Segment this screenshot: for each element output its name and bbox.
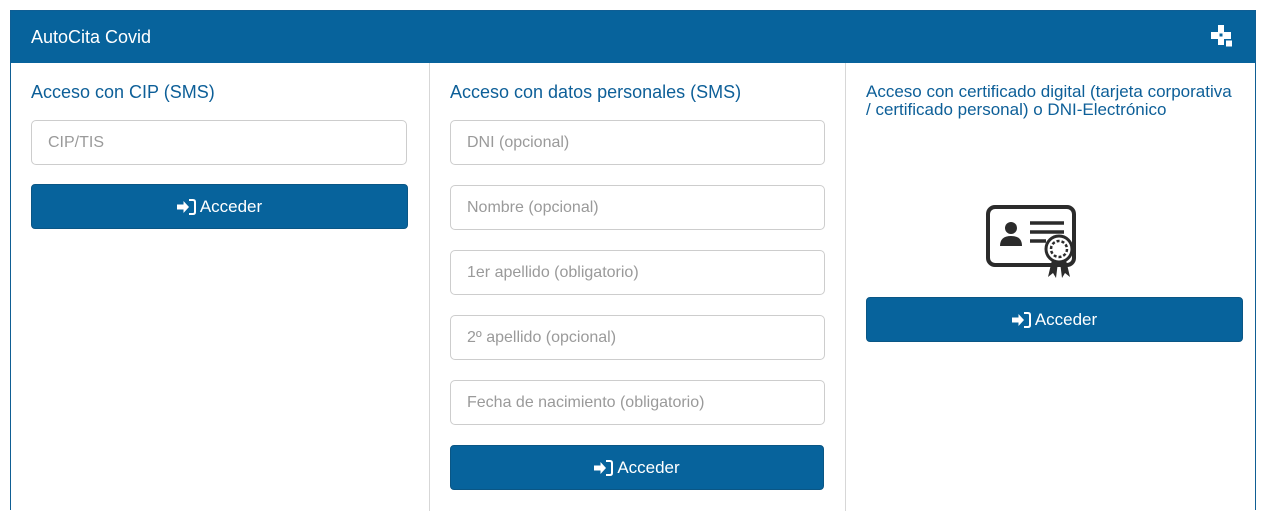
nombre-input[interactable] bbox=[450, 185, 825, 230]
personal-acceder-button[interactable]: Acceder bbox=[450, 445, 824, 490]
sign-in-icon bbox=[1011, 311, 1031, 328]
cip-acceder-label: Acceder bbox=[199, 196, 263, 216]
personal-section-title: Acceso con datos personales (SMS) bbox=[450, 82, 742, 102]
birth-date-input[interactable] bbox=[450, 380, 825, 425]
panel-header: AutoCita Covid bbox=[11, 11, 1255, 63]
second-surname-input[interactable] bbox=[450, 315, 825, 360]
certificate-section-title: Acceso con certificado digital (tarjeta … bbox=[866, 82, 1232, 119]
cip-section-title: Acceso con CIP (SMS) bbox=[31, 82, 215, 102]
sign-in-icon bbox=[594, 459, 614, 476]
certificate-access-section: Acceso con certificado digital (tarjeta … bbox=[845, 63, 1257, 511]
health-cross-icon bbox=[1211, 25, 1232, 47]
personal-data-access-section: Acceso con datos personales (SMS) Accede… bbox=[429, 63, 845, 511]
panel-title: AutoCita Covid bbox=[31, 26, 152, 47]
cip-acceder-button[interactable]: Acceder bbox=[31, 184, 408, 229]
first-surname-input[interactable] bbox=[450, 250, 825, 295]
cip-access-section: Acceso con CIP (SMS) Acceder bbox=[11, 63, 429, 511]
sign-in-icon bbox=[176, 198, 196, 215]
personal-acceder-label: Acceder bbox=[617, 457, 680, 477]
certificate-icon bbox=[986, 205, 1076, 278]
certificate-acceder-label: Acceder bbox=[1034, 309, 1098, 329]
cip-tis-input[interactable] bbox=[31, 120, 407, 165]
autocita-panel: AutoCita Covid Acceso con CIP (SMS) Acce… bbox=[10, 10, 1257, 511]
dni-input[interactable] bbox=[450, 120, 825, 165]
certificate-acceder-button[interactable]: Acceder bbox=[866, 297, 1243, 342]
